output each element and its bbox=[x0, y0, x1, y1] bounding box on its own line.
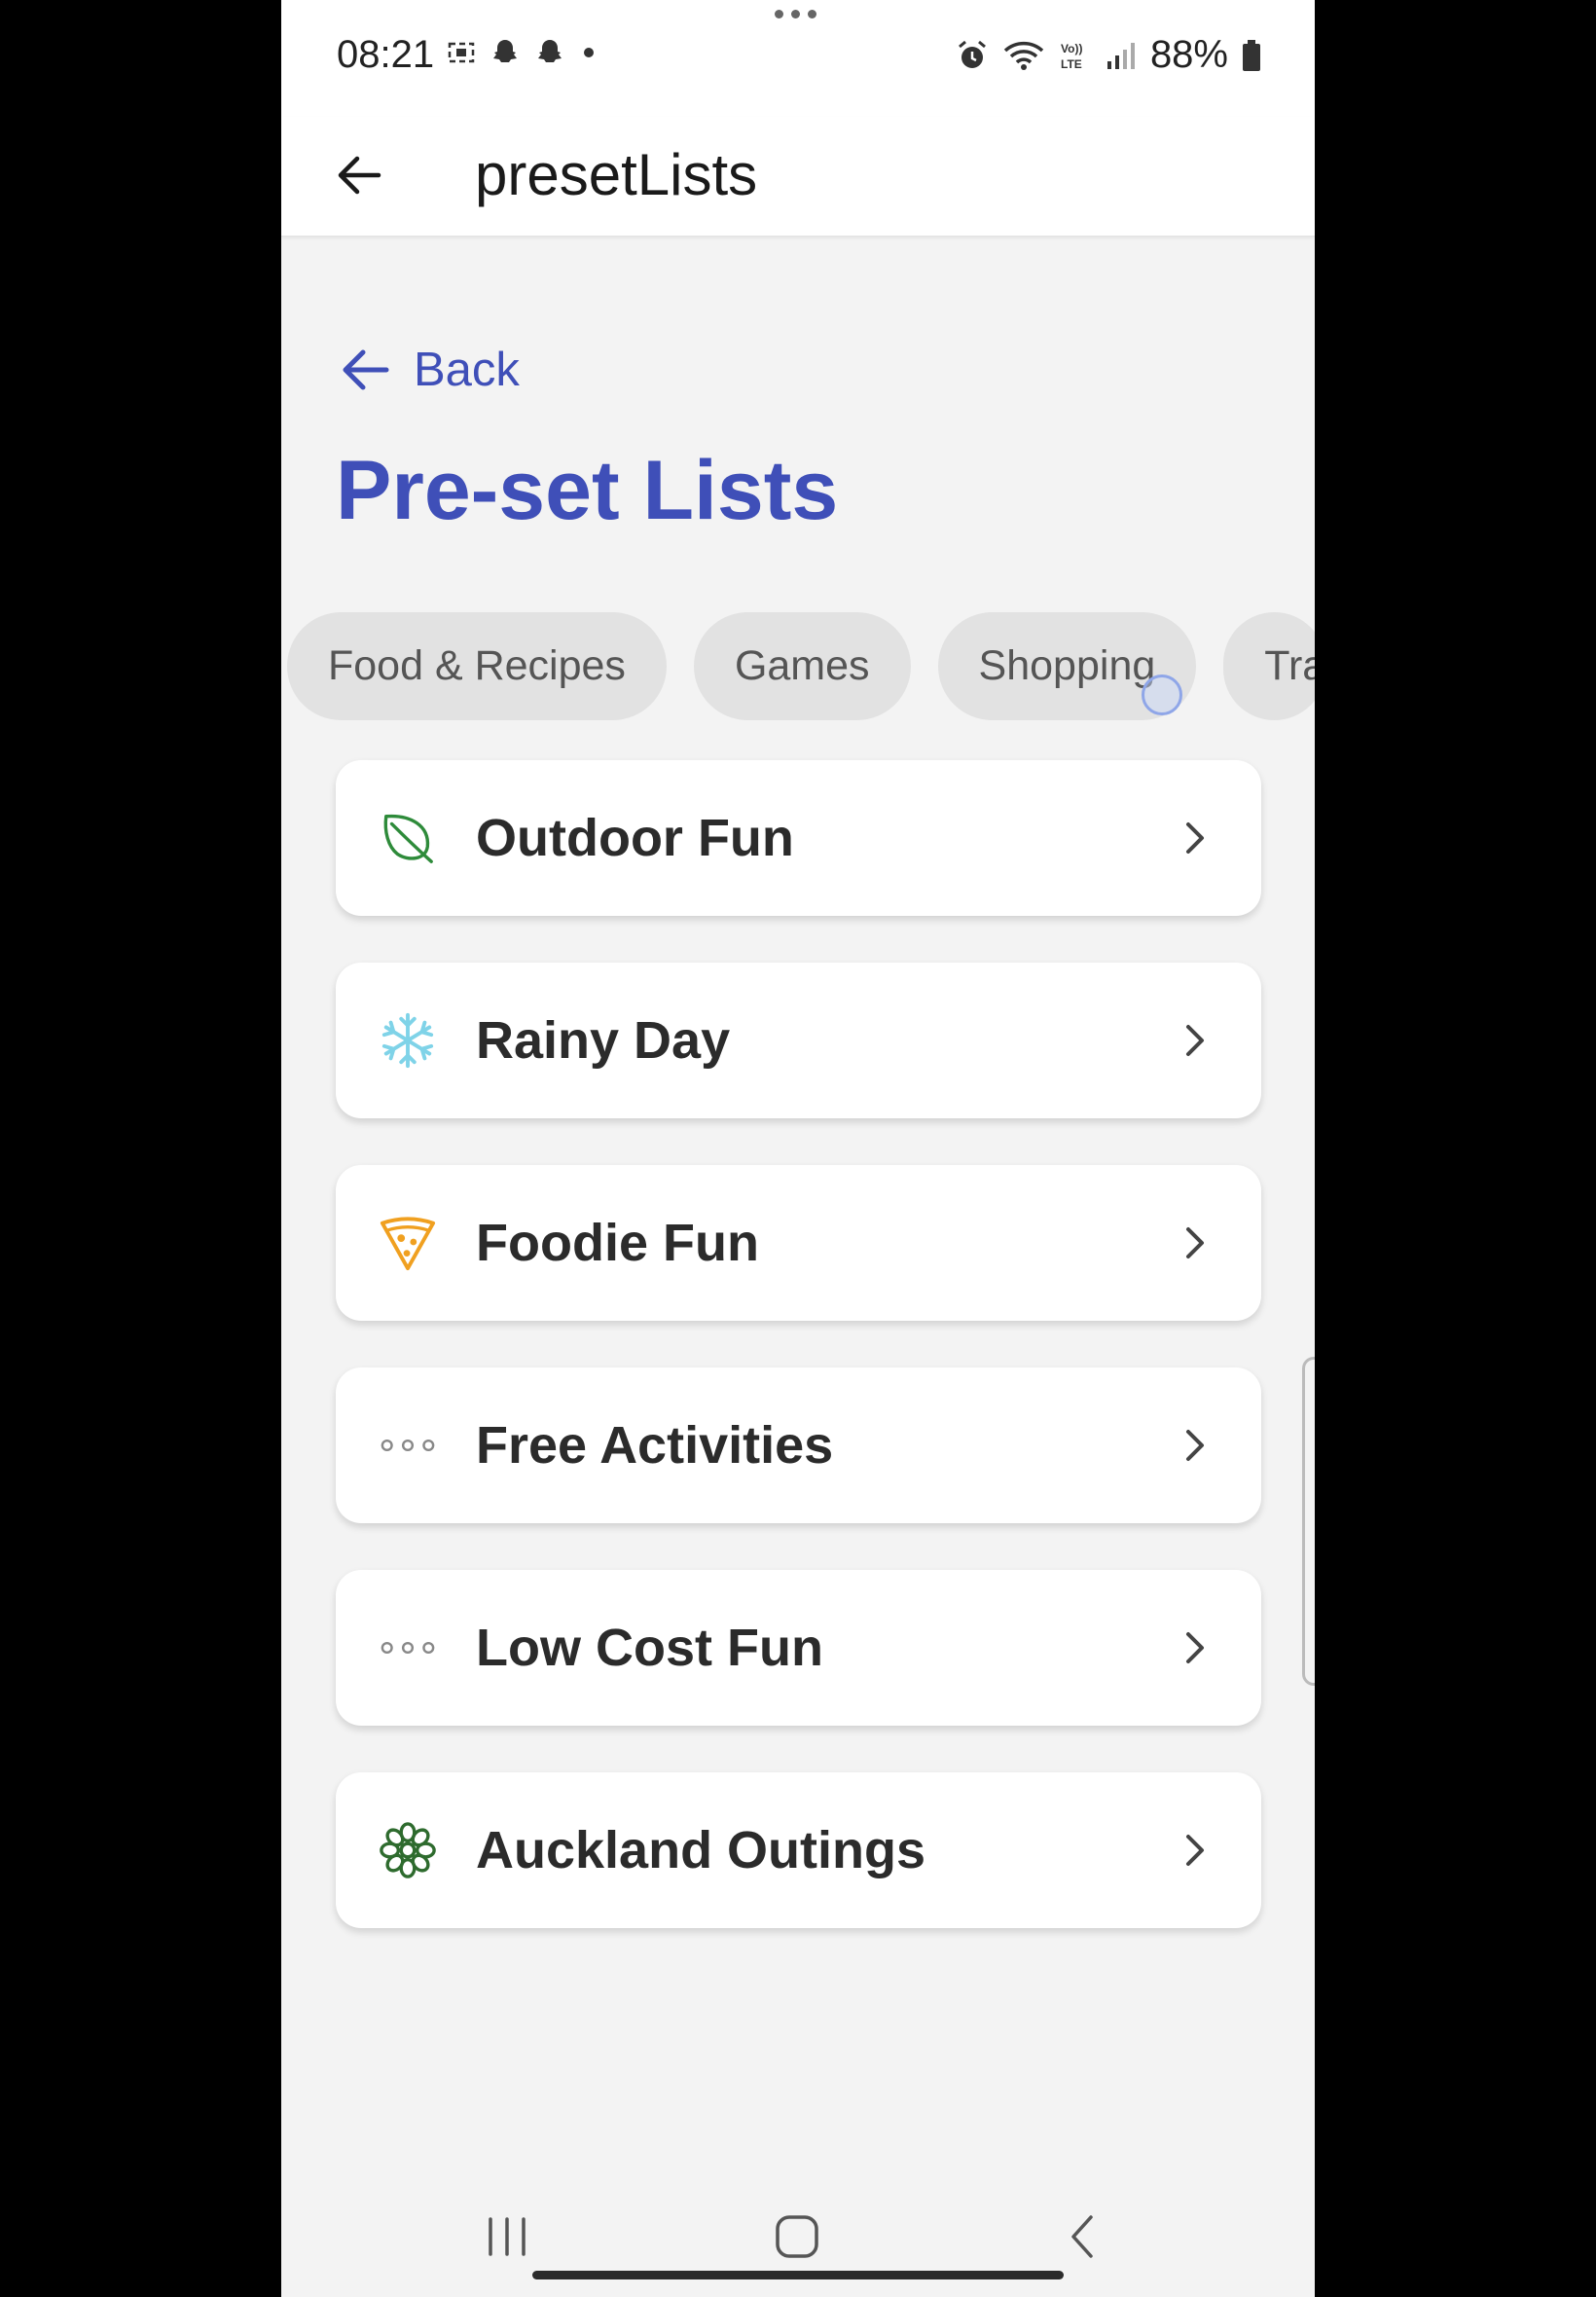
flower-icon bbox=[379, 1821, 437, 1879]
snapchat-icon bbox=[538, 40, 562, 62]
dot-icon bbox=[584, 48, 594, 57]
chevron-right-icon bbox=[1166, 1214, 1224, 1272]
pizza-icon bbox=[379, 1214, 437, 1272]
card-label: Rainy Day bbox=[476, 1011, 731, 1070]
svg-text:Vo)): Vo)) bbox=[1061, 42, 1082, 55]
list-card-rainy-day[interactable]: Rainy Day bbox=[336, 963, 1261, 1118]
battery-icon bbox=[1243, 39, 1260, 71]
list-card-low-cost-fun[interactable]: Low Cost Fun bbox=[336, 1570, 1261, 1726]
list-card-free-activities[interactable]: Free Activities bbox=[336, 1367, 1261, 1523]
app-bar-title: presetLists bbox=[475, 142, 758, 207]
screen-record-icon bbox=[448, 42, 475, 63]
card-label: Foodie Fun bbox=[476, 1214, 759, 1272]
svg-text:LTE: LTE bbox=[1061, 57, 1082, 71]
system-status-icons: Vo)) LTE 88% bbox=[956, 33, 1261, 77]
gesture-bar[interactable] bbox=[532, 2271, 1064, 2279]
chevron-right-icon bbox=[1166, 1821, 1224, 1879]
arrow-left-icon bbox=[343, 349, 389, 390]
edge-panel-handle[interactable] bbox=[1302, 1357, 1315, 1686]
chevron-right-icon bbox=[1166, 1416, 1224, 1475]
chevron-left-icon bbox=[1071, 2215, 1093, 2258]
list-card-foodie-fun[interactable]: Foodie Fun bbox=[336, 1165, 1261, 1321]
card-label: Auckland Outings bbox=[476, 1821, 926, 1879]
alarm-icon bbox=[958, 40, 986, 68]
app-bar-back-button[interactable] bbox=[320, 136, 398, 214]
more-dots-icon bbox=[379, 1619, 437, 1677]
home-icon bbox=[776, 2215, 818, 2258]
notification-icons bbox=[447, 37, 598, 68]
card-label: Free Activities bbox=[476, 1416, 834, 1475]
chip-food-recipes[interactable]: Food & Recipes bbox=[287, 612, 667, 720]
back-link[interactable]: Back bbox=[338, 343, 520, 397]
chevron-right-icon bbox=[1166, 809, 1224, 867]
signal-icon bbox=[1106, 42, 1135, 69]
recent-apps-icon bbox=[489, 2217, 526, 2256]
app-bar: presetLists bbox=[281, 117, 1315, 237]
home-button[interactable] bbox=[758, 2207, 836, 2266]
chip-games[interactable]: Games bbox=[693, 612, 911, 720]
recent-apps-button[interactable] bbox=[468, 2207, 546, 2266]
multiwindow-handle[interactable] bbox=[775, 10, 816, 18]
navigation-bar bbox=[281, 2180, 1315, 2297]
phone-screen: 08:21 Vo)) LTE 88% presetLists Back Pre-… bbox=[281, 0, 1315, 2297]
leaf-icon bbox=[379, 809, 437, 867]
system-back-button[interactable] bbox=[1044, 2207, 1122, 2266]
more-dots-icon bbox=[379, 1416, 437, 1475]
snapchat-icon bbox=[493, 40, 517, 62]
chevron-right-icon bbox=[1166, 1011, 1224, 1070]
back-link-label: Back bbox=[414, 344, 520, 396]
chip-travel[interactable]: Tra bbox=[1223, 612, 1315, 720]
snowflake-icon bbox=[379, 1011, 437, 1070]
volte-icon: Vo)) LTE bbox=[1061, 42, 1082, 71]
touch-indicator bbox=[1142, 675, 1182, 715]
list-card-auckland-outings[interactable]: Auckland Outings bbox=[336, 1772, 1261, 1928]
wifi-icon bbox=[1003, 41, 1044, 70]
card-label: Outdoor Fun bbox=[476, 809, 794, 867]
battery-percentage: 88% bbox=[1149, 33, 1228, 76]
status-bar: 08:21 Vo)) LTE 88% bbox=[281, 0, 1315, 117]
page-title: Pre-set Lists bbox=[336, 444, 839, 537]
status-time: 08:21 bbox=[337, 33, 435, 76]
list-card-outdoor-fun[interactable]: Outdoor Fun bbox=[336, 760, 1261, 916]
card-label: Low Cost Fun bbox=[476, 1619, 823, 1677]
chevron-right-icon bbox=[1166, 1619, 1224, 1677]
arrow-left-icon bbox=[338, 156, 381, 195]
